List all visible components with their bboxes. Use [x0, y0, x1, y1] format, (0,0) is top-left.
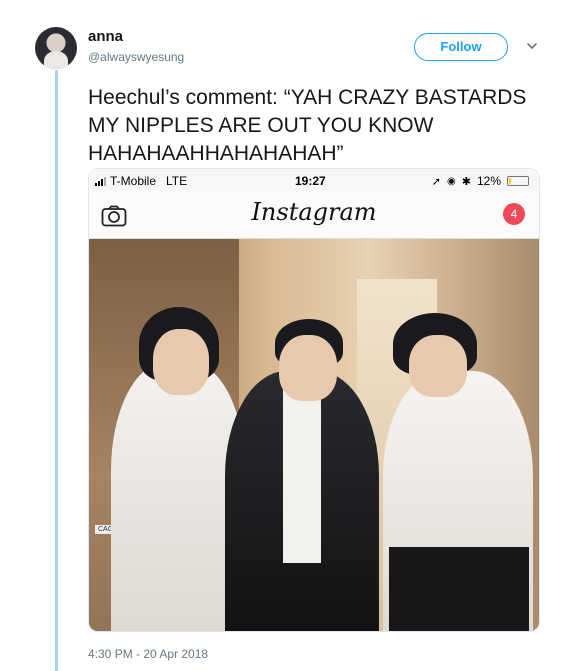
tweet-timestamp[interactable]: 4:30 PM - 20 Apr 2018 — [88, 647, 208, 661]
alarm-icon: ◉ — [447, 175, 456, 187]
user-display-name[interactable]: anna — [88, 28, 123, 45]
network-type: LTE — [166, 174, 188, 188]
avatar[interactable] — [35, 27, 77, 69]
signal-icon — [95, 176, 106, 186]
chevron-down-icon[interactable] — [525, 39, 539, 53]
person-center — [217, 283, 387, 631]
bluetooth-icon: ✱ — [461, 175, 471, 188]
status-time: 19:27 — [295, 174, 326, 188]
battery-percent: 12% — [476, 174, 501, 188]
phone-status-bar: T-Mobile LTE 19:27 ➚ ◉ ✱ 12% — [89, 169, 539, 191]
photo: CAGO — [89, 239, 539, 631]
tweet-media-image[interactable]: T-Mobile LTE 19:27 ➚ ◉ ✱ 12% Instagram 4… — [88, 168, 540, 632]
person-right — [369, 273, 539, 631]
follow-button[interactable]: Follow — [414, 33, 508, 61]
instagram-logo: Instagram — [251, 198, 377, 226]
thread-connector-line — [55, 70, 58, 671]
instagram-header: Instagram 4 — [89, 191, 539, 239]
user-handle[interactable]: @alwayswyesung — [88, 50, 184, 64]
carrier-name: T-Mobile — [110, 174, 157, 188]
notification-badge[interactable]: 4 — [503, 203, 525, 225]
battery-icon — [507, 176, 529, 186]
tweet-text: Heechul’s comment: “YAH CRAZY BASTARDS M… — [88, 86, 527, 165]
location-arrow-icon: ➚ — [431, 175, 442, 188]
